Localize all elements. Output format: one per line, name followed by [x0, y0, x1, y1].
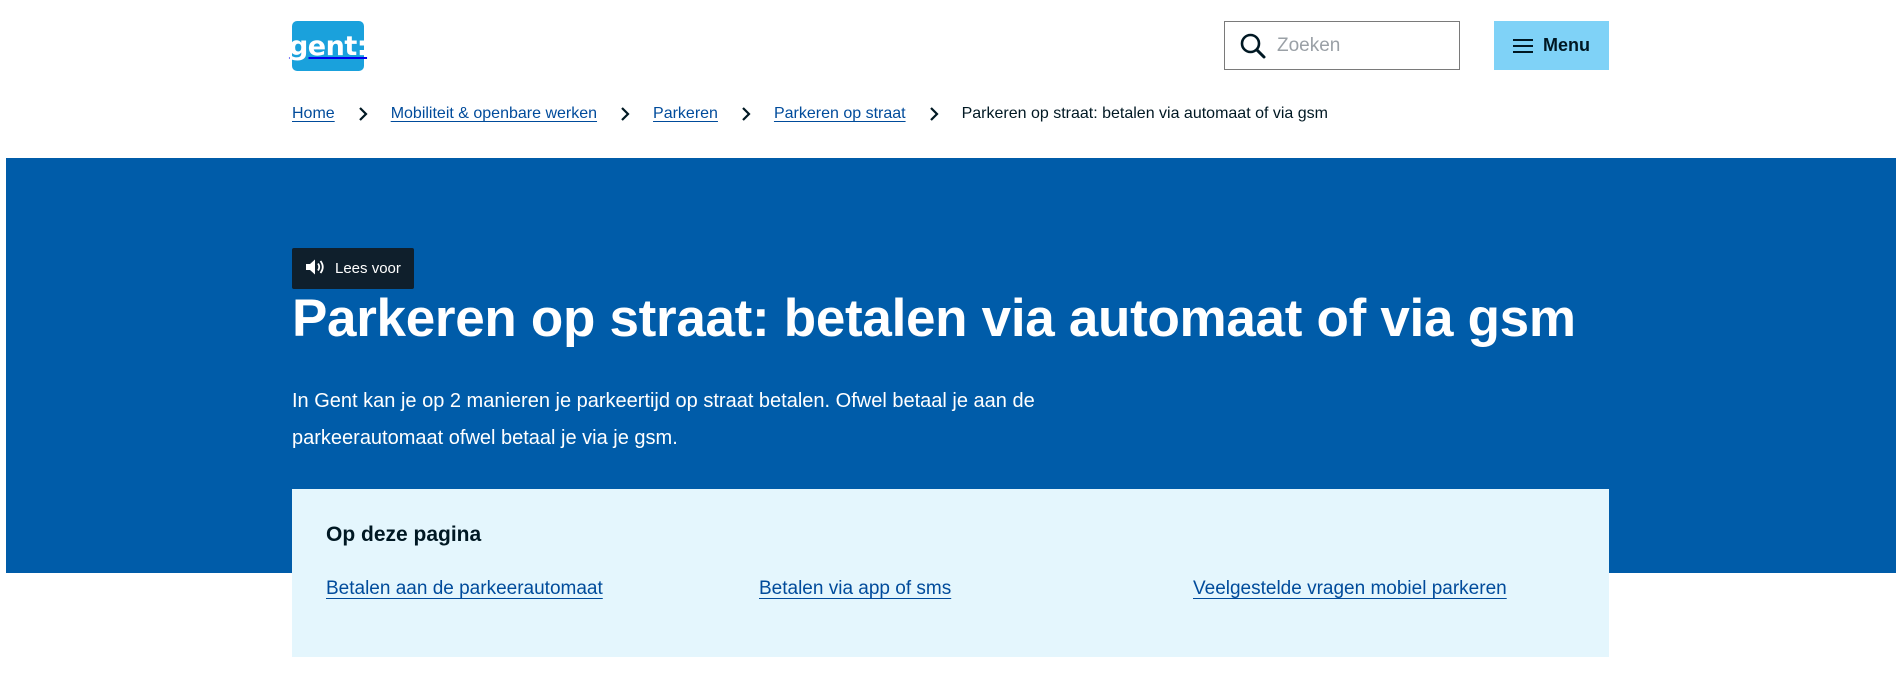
- site-header: gent: Menu Home Mobiliteit & openbare we…: [0, 0, 1902, 160]
- speaker-icon: [305, 258, 327, 279]
- chevron-right-icon: [920, 104, 948, 124]
- intro-text: In Gent kan je op 2 manieren je parkeert…: [292, 390, 1035, 449]
- gent-logo[interactable]: gent:: [288, 21, 368, 71]
- toc-link-app-sms[interactable]: Betalen via app of sms: [759, 578, 951, 600]
- breadcrumb: Home Mobiliteit & openbare werken Parker…: [292, 104, 1328, 124]
- chevron-right-icon: [349, 104, 377, 124]
- read-aloud-label: Lees voor: [335, 260, 401, 277]
- toc-link-parkeerautomaat[interactable]: Betalen aan de parkeerautomaat: [326, 578, 603, 600]
- breadcrumb-parkeren-op-straat[interactable]: Parkeren op straat: [774, 105, 906, 123]
- page-title: Parkeren op straat: betalen via automaat…: [292, 289, 1576, 348]
- on-this-page-box: Op deze pagina Betalen aan de parkeeraut…: [292, 489, 1609, 657]
- menu-label: Menu: [1543, 35, 1590, 55]
- breadcrumb-current: Parkeren op straat: betalen via automaat…: [961, 105, 1328, 122]
- breadcrumb-mobiliteit[interactable]: Mobiliteit & openbare werken: [391, 105, 597, 123]
- read-aloud-button[interactable]: Lees voor: [292, 248, 414, 289]
- hamburger-icon: [1513, 38, 1533, 53]
- search-box[interactable]: [1224, 21, 1460, 70]
- toc-title: Op deze pagina: [326, 523, 482, 546]
- chevron-right-icon: [732, 104, 760, 124]
- search-icon: [1239, 32, 1267, 60]
- breadcrumb-home[interactable]: Home: [292, 105, 335, 123]
- logo-text: gent:: [288, 30, 368, 62]
- search-input[interactable]: [1277, 34, 1447, 57]
- menu-button[interactable]: Menu: [1494, 21, 1609, 70]
- breadcrumb-parkeren[interactable]: Parkeren: [653, 105, 718, 123]
- toc-link-faq-mobiel-parkeren[interactable]: Veelgestelde vragen mobiel parkeren: [1193, 578, 1507, 600]
- chevron-right-icon: [611, 104, 639, 124]
